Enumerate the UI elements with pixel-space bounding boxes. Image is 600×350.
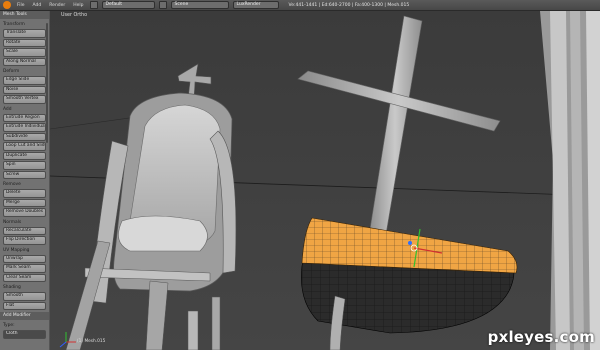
menu-render[interactable]: Render	[47, 3, 67, 8]
tool-button[interactable]: Merge	[3, 198, 46, 207]
tool-button[interactable]: Smooth Vertex	[3, 95, 46, 104]
view-mode-label: User Ortho	[61, 13, 88, 18]
render-engine-selector[interactable]: LuxRender	[232, 1, 279, 9]
blender-logo-icon[interactable]	[3, 1, 11, 9]
tool-button[interactable]: Clear Seam	[3, 273, 46, 282]
tool-shelf: Mesh Tools Transform Translate Rotate Scale…	[0, 11, 50, 350]
3d-viewport[interactable]: User Ortho (1) Mesh.015 pxleyes.com	[50, 11, 600, 350]
tool-button[interactable]: Duplicate	[3, 151, 46, 160]
menu-add[interactable]: Add	[31, 3, 44, 8]
tool-button[interactable]: Recalculate	[3, 226, 46, 235]
layout-selector[interactable]: Default	[101, 1, 155, 9]
section-label: Remove	[3, 182, 21, 187]
type-dropdown[interactable]: Cloth	[3, 330, 46, 339]
tool-button[interactable]: Noise	[3, 85, 46, 94]
top-header-bar: File Add Render Help Default Scene LuxRe…	[0, 0, 600, 11]
section-label: Add	[3, 106, 12, 112]
active-object-label: (1) Mesh.015	[77, 339, 106, 344]
tool-button[interactable]: Remove Doubles	[3, 208, 46, 217]
tool-button[interactable]: Delete	[3, 189, 46, 198]
tool-button[interactable]: Along Normal	[3, 57, 46, 66]
tool-button[interactable]: Subdivide	[3, 132, 46, 141]
tool-button[interactable]: Flat	[3, 301, 46, 310]
tool-button[interactable]: Translate	[3, 29, 46, 38]
screen-layout-icon[interactable]	[89, 1, 98, 9]
menu-file[interactable]: File	[15, 3, 27, 8]
scene-stats: Ve:441-1441 | Ed:640-2700 | Fa:400-1300 …	[288, 2, 410, 8]
section-label: UV Mapping	[3, 247, 30, 253]
add-modifier-header[interactable]: Add Modifier	[0, 312, 49, 320]
tool-button[interactable]: Edge Slide	[3, 76, 46, 85]
section-label: Transform	[3, 22, 25, 27]
watermark-text: pxleyes.com	[487, 328, 595, 346]
tool-button[interactable]: Mark Seam	[3, 264, 46, 273]
tool-button[interactable]: Extrude Region	[3, 113, 46, 122]
tool-button[interactable]: Spin	[3, 161, 46, 170]
menu-help[interactable]: Help	[71, 3, 85, 8]
tool-sections: Transform Translate Rotate Scale Along Norma…	[0, 20, 49, 310]
viewport-scene	[50, 11, 600, 350]
tool-button[interactable]: Loop Cut and Slide	[3, 142, 46, 151]
tool-button[interactable]: Rotate	[3, 38, 46, 47]
tool-shelf-scrollbar[interactable]	[46, 23, 48, 143]
tool-button[interactable]: Smooth	[3, 292, 46, 301]
tool-button[interactable]: Screw	[3, 170, 46, 179]
mesh-tools-header[interactable]: Mesh Tools	[0, 11, 49, 19]
section-label: Normals	[3, 219, 22, 225]
tool-button[interactable]: Scale	[3, 48, 46, 57]
scene-icon[interactable]	[158, 1, 167, 9]
tool-button[interactable]: Extrude Individual	[3, 123, 46, 132]
section-label: Shading	[3, 285, 21, 290]
type-label: Type:	[3, 323, 15, 328]
tool-button[interactable]: Unwrap	[3, 254, 46, 263]
tool-button[interactable]: Flip Direction	[3, 236, 46, 245]
scene-selector[interactable]: Scene	[170, 1, 229, 9]
section-label: Deform	[3, 69, 20, 74]
